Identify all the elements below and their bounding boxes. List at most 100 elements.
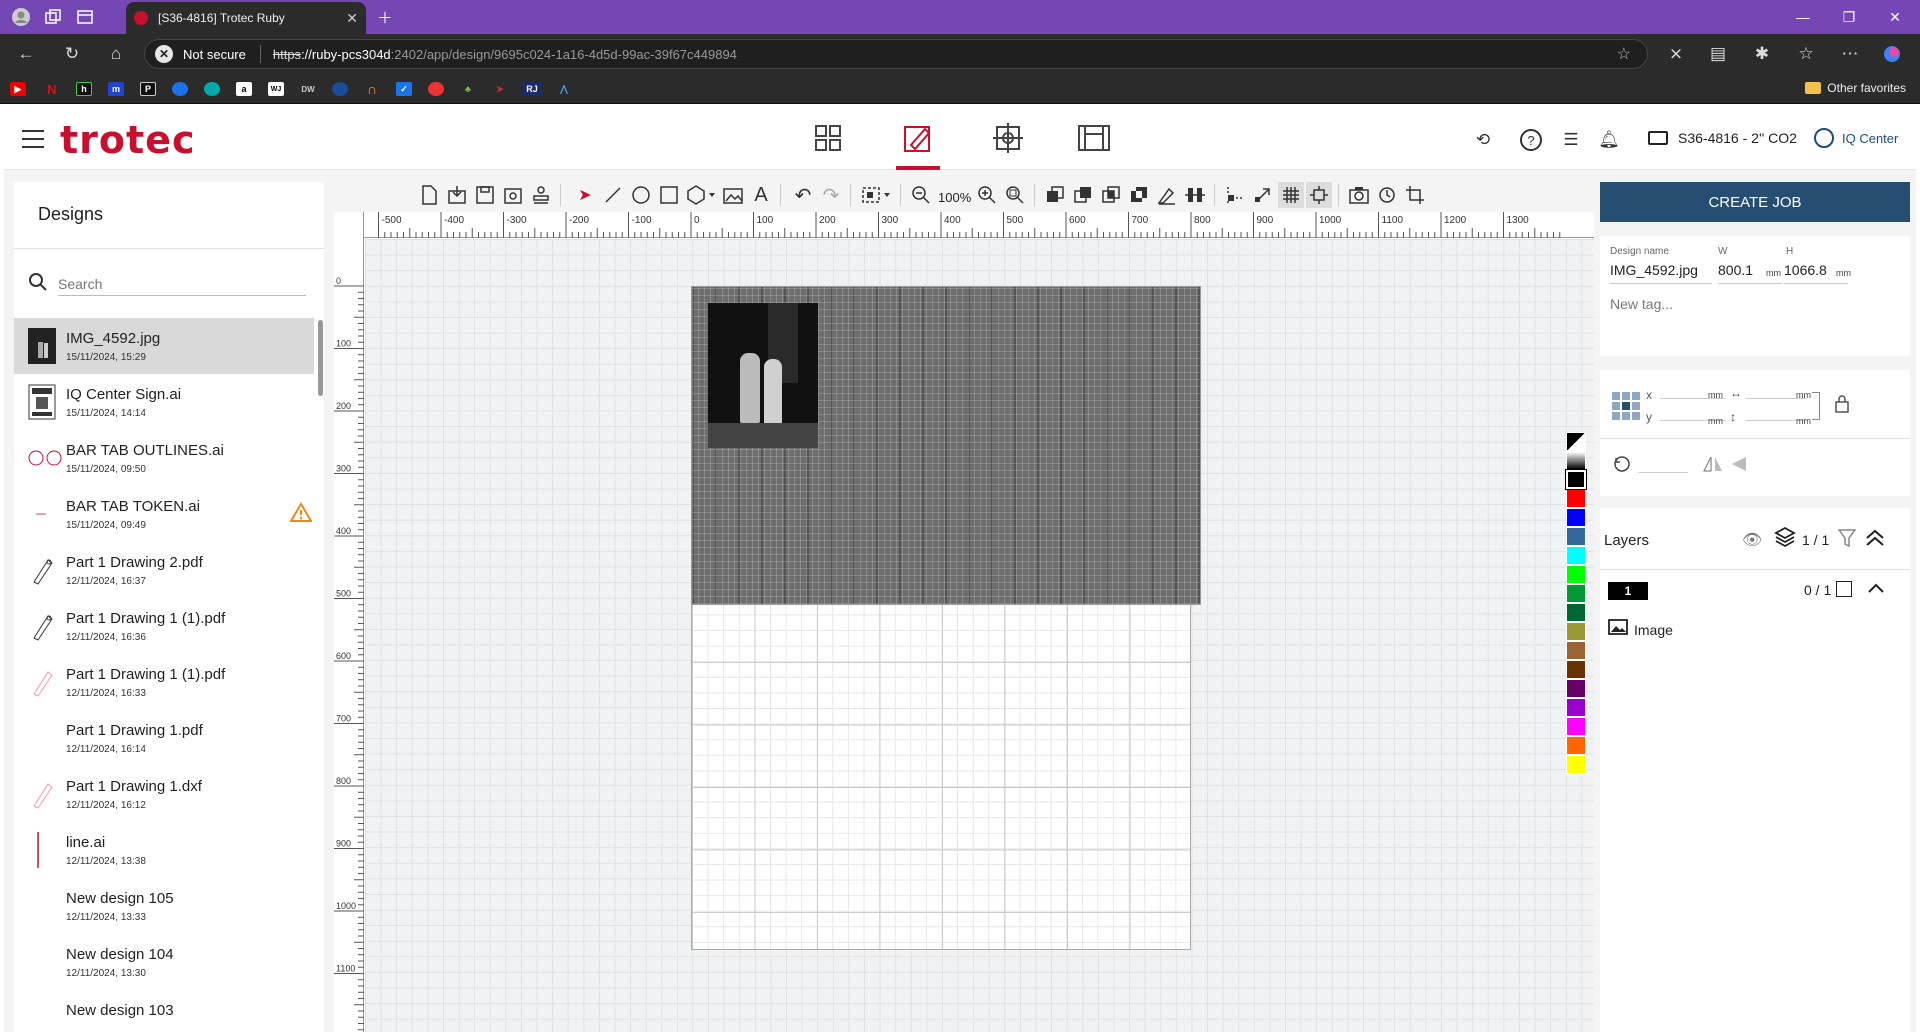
crop-icon[interactable] [1402,182,1428,208]
machine-selector[interactable]: S36-4816 - 2'' CO2 [1648,130,1797,146]
dw-icon[interactable]: DW [300,82,316,96]
new-tag-input[interactable]: New tag... [1610,296,1673,312]
grid-toggle-icon[interactable] [1278,182,1304,208]
layer-row[interactable]: 1 0 / 1 [1600,570,1910,606]
color-swatch[interactable] [1566,603,1586,622]
extension-icon[interactable]: ⨯ [1664,43,1688,65]
layer-checkbox[interactable] [1836,581,1852,597]
design-list-scrollbar[interactable] [318,320,323,396]
design-image[interactable] [691,286,1201,605]
collapse-all-icon[interactable] [1864,528,1886,553]
color-swatch[interactable] [1566,755,1586,774]
amazon-icon[interactable]: a [236,82,252,96]
puzzle-extensions-icon[interactable]: ✱ [1750,43,1774,65]
color-swatch[interactable] [1566,432,1586,451]
snap-to-object-icon[interactable] [1306,182,1332,208]
edge-icon[interactable] [204,82,220,96]
favorites-icon[interactable]: ☆ [1794,43,1818,65]
anchor-grid-icon[interactable] [1612,392,1642,427]
camera-icon[interactable] [1346,182,1372,208]
color-swatch[interactable] [1566,546,1586,565]
color-swatch[interactable] [1566,679,1586,698]
search-input[interactable] [58,272,306,296]
redo-icon[interactable]: ↷ [818,182,844,208]
not-secure-label[interactable]: Not secure [183,47,246,62]
pokeball-icon[interactable] [428,82,444,96]
workspace-grid[interactable] [365,239,1594,1032]
line-tool-icon[interactable] [600,182,626,208]
create-job-button[interactable]: CREATE JOB [1600,182,1910,222]
rotation-field[interactable] [1638,472,1688,473]
align-icon[interactable] [1182,182,1208,208]
union-icon[interactable] [1042,182,1068,208]
cloud-icon[interactable] [172,82,188,96]
restore-icon[interactable]: ❐ [1826,4,1872,30]
design-list-item[interactable]: line.ai 12/11/2024, 13:38 [14,822,314,878]
weather-icon[interactable] [332,82,348,96]
color-swatch[interactable] [1565,469,1587,490]
color-swatch[interactable] [1566,736,1586,755]
design-list-item[interactable]: IMG_4592.jpg 15/11/2024, 15:29 [14,318,314,374]
mode-design-icon[interactable] [900,120,936,156]
undo-icon[interactable]: ↶ [790,182,816,208]
filter-icon[interactable] [1837,528,1857,553]
design-list-item[interactable]: IQ Center Sign.ai 15/11/2024, 14:14 [14,374,314,430]
path-edit-icon[interactable] [1154,182,1180,208]
ie-icon[interactable]: ⋀ [556,82,572,96]
design-list-item[interactable]: Part 1 Drawing 2.pdf 12/11/2024, 16:37 [14,542,314,598]
headphones-icon[interactable]: ∩ [364,81,380,97]
snap-icon[interactable] [1222,182,1248,208]
text-tool-icon[interactable]: A [748,182,774,208]
workspaces-icon[interactable] [42,6,64,28]
color-swatch[interactable] [1566,451,1586,470]
design-list-item[interactable]: Part 1 Drawing 1 (1).pdf 12/11/2024, 16:3… [14,598,314,654]
intersect-icon[interactable] [1098,182,1124,208]
design-list-item[interactable]: BAR TAB TOKEN.ai 15/11/2024, 09:49 [14,486,314,542]
exclude-icon[interactable] [1126,182,1152,208]
save-icon[interactable] [472,182,498,208]
mode-job-queue-icon[interactable] [1076,120,1112,156]
design-list-item[interactable]: Part 1 Drawing 1.dxf 12/11/2024, 16:12 [14,766,314,822]
design-list-item[interactable]: Part 1 Drawing 1 (1).pdf 12/11/2024, 16:3… [14,654,314,710]
color-swatch[interactable] [1566,565,1586,584]
image-tool-icon[interactable] [720,182,746,208]
profile-icon[interactable] [10,6,32,28]
mode-library-icon[interactable] [810,120,846,156]
zoom-in-icon[interactable] [974,182,1000,208]
design-name-field[interactable]: IMG_4592.jpg [1610,258,1712,284]
color-swatch[interactable] [1566,698,1586,717]
zoom-level[interactable]: 100% [938,190,971,205]
history-icon[interactable] [1374,182,1400,208]
arrow-icon[interactable]: ➤ [492,82,508,96]
other-favorites[interactable]: Other favorites [1805,81,1906,95]
minimize-icon[interactable]: — [1780,4,1826,30]
color-swatch[interactable] [1566,527,1586,546]
chevron-up-icon[interactable] [1866,580,1886,601]
copilot-icon[interactable] [1880,43,1904,65]
import-icon[interactable] [444,182,470,208]
color-swatch[interactable] [1566,584,1586,603]
not-secure-icon[interactable]: ✕ [155,45,173,63]
close-window-icon[interactable]: ✕ [1872,4,1918,30]
user-account[interactable]: IQ Center [1814,128,1898,148]
polygon-tool-icon[interactable] [684,182,718,208]
notes-icon[interactable]: ☰ [1560,129,1582,151]
wsj-icon[interactable]: WJ [268,82,284,96]
rj-icon[interactable]: RJ [522,82,542,96]
help-icon[interactable]: ? [1520,129,1542,151]
design-canvas[interactable]: -500 -400 -300 -200 -100 0 100 200 300 400 500 600 7… [334,212,1594,1032]
lock-icon[interactable] [1834,394,1850,419]
menu-icon[interactable] [22,130,44,148]
design-list-item[interactable]: New design 103 [14,990,314,1032]
warning-icon[interactable] [289,502,313,522]
home-icon[interactable]: ⌂ [104,43,128,65]
color-swatch[interactable] [1566,622,1586,641]
netflix-icon[interactable]: N [44,82,60,97]
color-swatch[interactable] [1566,508,1586,527]
design-list-item[interactable]: Part 1 Drawing 1.pdf 12/11/2024, 16:14 [14,710,314,766]
expand-icon[interactable] [1250,182,1276,208]
design-list-item[interactable]: BAR TAB OUTLINES.ai 15/11/2024, 09:50 [14,430,314,486]
refresh-icon[interactable]: ↻ [60,43,84,65]
back-icon[interactable]: ← [14,43,38,65]
design-list-item[interactable]: New design 104 12/11/2024, 13:30 [14,934,314,990]
